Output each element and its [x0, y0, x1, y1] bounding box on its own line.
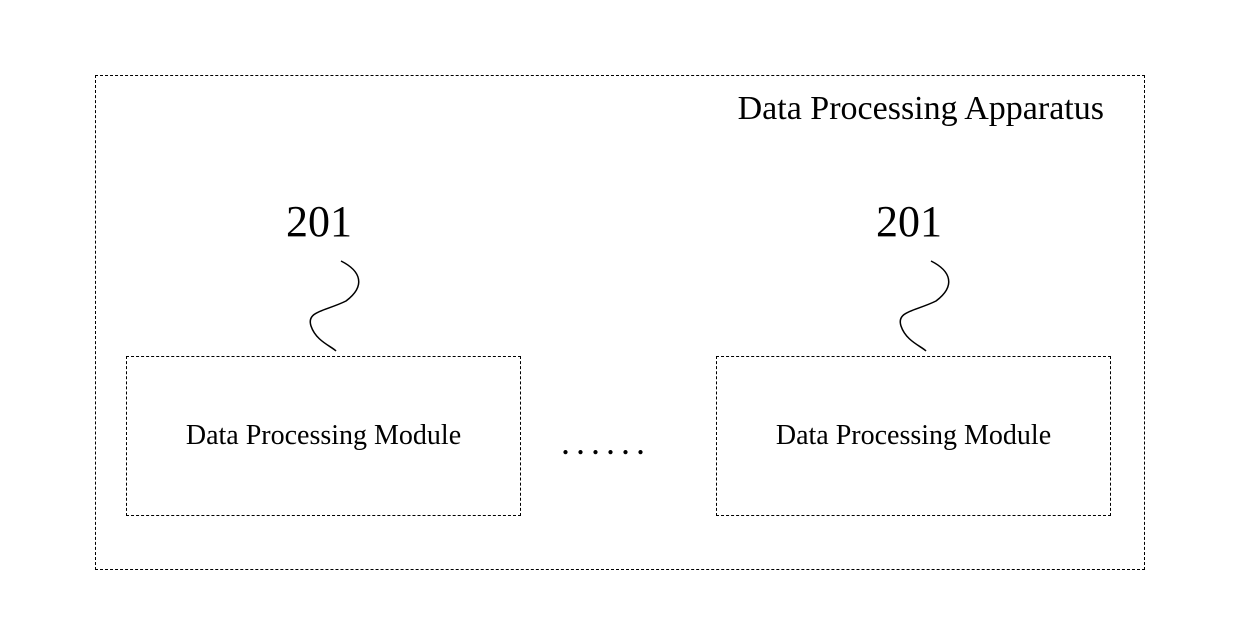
squiggle-connector-icon: [886, 256, 966, 356]
data-processing-module-left: Data Processing Module: [126, 356, 521, 516]
ellipsis-dots: ......: [561, 421, 651, 463]
module-label: Data Processing Module: [776, 420, 1051, 452]
apparatus-title: Data Processing Apparatus: [738, 90, 1104, 128]
module-label: Data Processing Module: [186, 420, 461, 452]
squiggle-connector-icon: [296, 256, 376, 356]
reference-number-left: 201: [286, 196, 352, 247]
reference-number-right: 201: [876, 196, 942, 247]
data-processing-module-right: Data Processing Module: [716, 356, 1111, 516]
apparatus-container: Data Processing Apparatus 201 201 Data P…: [95, 75, 1145, 570]
